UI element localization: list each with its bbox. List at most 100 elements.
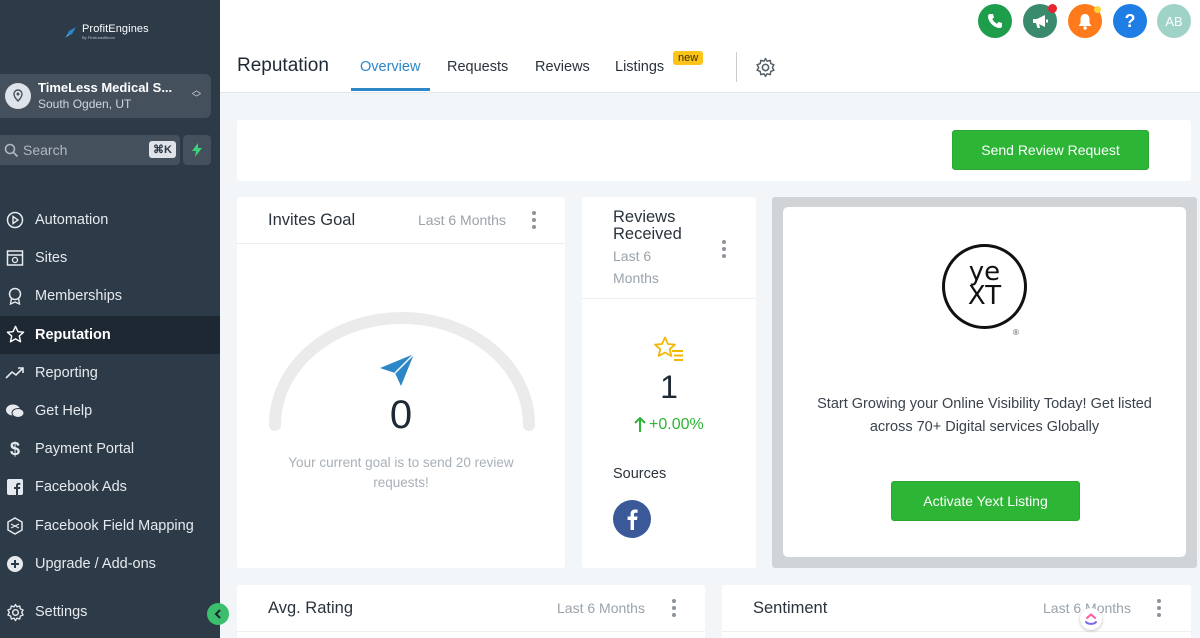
sidebar-item-label: Reputation (35, 326, 111, 343)
reputation-settings-button[interactable] (755, 57, 776, 83)
invites-goal-card: Invites Goal Last 6 Months 0 Your curren… (237, 197, 565, 568)
more-options-icon[interactable] (1157, 599, 1161, 620)
account-name: TimeLess Medical S... (38, 80, 173, 96)
tab-requests[interactable]: Requests (447, 59, 508, 75)
sidebar-item-facebook-field-mapping[interactable]: Facebook Field Mapping (0, 507, 220, 545)
search-box[interactable]: ⌘K (0, 135, 180, 165)
card-title-line: Received (613, 225, 682, 243)
more-options-icon[interactable] (722, 240, 726, 261)
sidebar-nav: Automation Sites Memberships Reputation … (0, 183, 220, 583)
header-divider (736, 52, 737, 82)
dollar-icon: $ (9, 438, 20, 459)
sidebar-item-label: Upgrade / Add-ons (35, 555, 156, 572)
sidebar-item-settings[interactable]: Settings (0, 593, 220, 631)
card-title-line: Reviews (613, 208, 676, 226)
facebook-square-icon (5, 477, 25, 497)
card-period-line: Months (613, 270, 659, 286)
phone-button[interactable] (978, 4, 1012, 38)
sidebar: ProfitEngines By FirstLeadBoom TimeLess … (0, 0, 220, 638)
gear-icon (5, 602, 25, 622)
star-list-icon (654, 336, 683, 361)
help-button[interactable]: ? (1113, 4, 1147, 38)
card-divider (237, 243, 565, 244)
page-header: Reputation Overview Requests Reviews Lis… (220, 0, 1200, 93)
sidebar-item-label: Automation (35, 212, 109, 229)
search-icon (4, 143, 19, 157)
yext-card: ye xt ® Start Growing your Online Visibi… (783, 207, 1186, 557)
account-switcher[interactable]: TimeLess Medical S... South Ogden, UT ︿ ﹀ (0, 74, 211, 118)
account-location: South Ogden, UT (38, 96, 132, 111)
yext-message: Start Growing your Online Visibility Tod… (783, 393, 1186, 439)
sidebar-item-sites[interactable]: Sites (0, 239, 220, 277)
card-period: Last 6 Months (418, 212, 506, 228)
invites-goal-value: 0 (389, 393, 413, 437)
star-icon (5, 325, 25, 345)
brand-logo[interactable]: ProfitEngines By FirstLeadBoom (64, 24, 149, 40)
sidebar-item-label: Sites (35, 250, 68, 267)
help-icon: ? (1124, 10, 1136, 31)
location-pin-icon (5, 83, 31, 109)
card-title: Reviews Received (613, 209, 682, 243)
tab-reviews[interactable]: Reviews (535, 59, 590, 75)
clickup-widget-button[interactable] (1080, 608, 1102, 630)
facebook-icon (627, 509, 638, 530)
new-badge: new (673, 51, 704, 65)
sidebar-item-get-help[interactable]: Get Help (0, 392, 220, 430)
sidebar-item-label: Payment Portal (35, 441, 135, 458)
activate-yext-button[interactable]: Activate Yext Listing (891, 481, 1080, 521)
page-title: Reputation (237, 55, 329, 76)
facebook-source-icon[interactable] (613, 500, 651, 538)
gear-icon (756, 57, 775, 78)
sidebar-item-label: Facebook Ads (35, 479, 127, 496)
card-divider (722, 631, 1191, 632)
rocket-icon (65, 27, 76, 38)
avatar-initials: AB (1165, 13, 1183, 29)
card-period: Last 6 Months (557, 600, 645, 616)
send-review-request-button[interactable]: Send Review Request (952, 130, 1149, 170)
tab-overview[interactable]: Overview (360, 59, 420, 75)
sidebar-item-automation[interactable]: Automation (0, 201, 220, 239)
card-period: Last 6 Months (613, 245, 659, 289)
goal-message-line: requests! (373, 475, 429, 490)
quick-action-button[interactable] (183, 135, 211, 165)
active-tab-indicator (351, 88, 430, 91)
clickup-icon (1085, 613, 1097, 625)
more-options-icon[interactable] (672, 599, 676, 620)
sidebar-item-upgrade[interactable]: Upgrade / Add-ons (0, 545, 220, 583)
notifications-button[interactable] (1068, 4, 1102, 38)
notification-dot (1048, 4, 1057, 13)
sentiment-card: Sentiment Last 6 Months (722, 585, 1191, 638)
trend-icon (5, 363, 25, 383)
phone-icon (988, 14, 1002, 28)
collapse-sidebar-button[interactable] (207, 603, 229, 625)
sidebar-item-reputation[interactable]: Reputation (0, 315, 220, 354)
sources-label: Sources (613, 466, 667, 482)
chat-icon (5, 401, 25, 421)
tab-listings[interactable]: Listings (615, 59, 664, 75)
sidebar-item-payment-portal[interactable]: $ Payment Portal (0, 430, 220, 468)
action-bar: Send Review Request (237, 120, 1191, 181)
play-circle-icon (5, 210, 25, 230)
megaphone-icon (1032, 14, 1048, 28)
sidebar-item-facebook-ads[interactable]: Facebook Ads (0, 468, 220, 506)
sidebar-item-memberships[interactable]: Memberships (0, 277, 220, 315)
bell-icon (1078, 13, 1092, 30)
search-input[interactable] (23, 142, 133, 158)
reviews-received-card: Reviews Received Last 6 Months 1 +0.00% … (582, 197, 756, 568)
brand-tagline: By FirstLeadBoom (82, 35, 115, 40)
goal-message: Your current goal is to send 20 review r… (237, 453, 565, 493)
brand-name: ProfitEngines (82, 23, 149, 35)
plus-circle-icon (5, 554, 25, 574)
yext-message-line: Start Growing your Online Visibility Tod… (817, 396, 1152, 412)
more-options-icon[interactable] (532, 211, 536, 232)
mapping-icon (5, 516, 25, 536)
sidebar-item-reporting[interactable]: Reporting (0, 354, 220, 392)
reviews-change: +0.00% (634, 416, 704, 434)
sidebar-item-label: Settings (35, 604, 88, 620)
announcements-button[interactable] (1023, 4, 1057, 38)
arrow-up-icon (634, 417, 646, 432)
card-period-line: Last 6 (613, 248, 652, 264)
goal-message-line: Your current goal is to send 20 review (288, 455, 514, 470)
sidebar-item-label: Get Help (35, 403, 93, 420)
avatar[interactable]: AB (1157, 4, 1191, 38)
